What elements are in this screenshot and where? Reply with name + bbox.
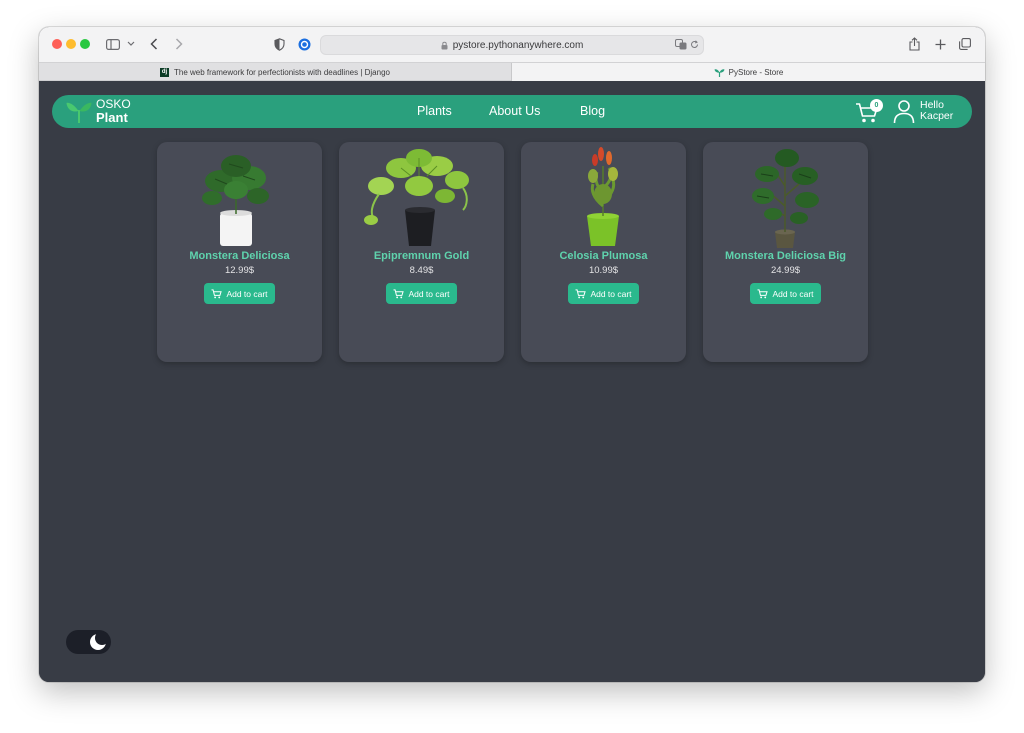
dark-mode-toggle[interactable] (66, 630, 111, 654)
cart-count-badge: 0 (870, 99, 883, 112)
add-to-cart-button[interactable]: Add to cart (204, 283, 275, 304)
add-to-cart-button[interactable]: Add to cart (386, 283, 457, 304)
epipremnum-plant-image (364, 149, 469, 246)
nav-link-blog[interactable]: Blog (580, 104, 605, 118)
product-price: 12.99$ (224, 265, 255, 276)
back-icon[interactable] (148, 35, 160, 53)
add-to-cart-label: Add to cart (590, 288, 632, 299)
browser-toolbar: pystore.pythonanywhere.com (39, 27, 985, 62)
chevron-down-icon[interactable] (126, 35, 136, 53)
product-price: 10.99$ (588, 265, 619, 276)
minimize-window-button[interactable] (66, 39, 76, 49)
logo-line2: Plant (96, 110, 128, 125)
address-bar[interactable]: pystore.pythonanywhere.com (320, 35, 704, 55)
tab-pystore[interactable]: PyStore - Store (512, 63, 985, 81)
user-greeting[interactable]: Hello Kacper (920, 100, 953, 122)
tab-label: PyStore - Store (728, 67, 784, 77)
tab-overview-icon[interactable] (958, 35, 972, 53)
product-name[interactable]: Epipremnum Gold (339, 250, 504, 262)
product-card: Epipremnum Gold 8.49$ Add to cart (339, 142, 504, 362)
add-to-cart-label: Add to cart (226, 288, 268, 299)
product-name[interactable]: Monstera Deliciosa (157, 250, 322, 262)
product-card: Monstera Deliciosa Big 24.99$ Add to car… (703, 142, 868, 362)
cart-icon (757, 288, 769, 298)
cart-icon (575, 288, 587, 298)
sprout-logo-icon (66, 98, 92, 124)
celosia-plant-image (587, 147, 619, 246)
add-to-cart-button[interactable]: Add to cart (568, 283, 639, 304)
monstera-plant-image (202, 155, 269, 246)
tab-label: The web framework for perfectionists wit… (174, 67, 390, 77)
greeting-user-name: Kacper (920, 110, 954, 122)
django-favicon-icon: dj (160, 67, 170, 77)
sprout-icon (714, 68, 725, 77)
cart-icon (393, 288, 405, 298)
product-card: Monstera Deliciosa 12.99$ Add to cart (157, 142, 322, 362)
product-name[interactable]: Monstera Deliciosa Big (703, 250, 868, 262)
product-price: 8.49$ (409, 265, 434, 276)
nav-link-plants[interactable]: Plants (417, 104, 452, 118)
lock-icon (441, 41, 448, 50)
moon-icon (90, 632, 108, 650)
extension-icon[interactable] (297, 35, 311, 53)
add-to-cart-label: Add to cart (408, 288, 450, 299)
sidebar-toggle-icon[interactable] (105, 35, 121, 53)
browser-window: pystore.pythonanywhere.com dj The web fr… (39, 27, 985, 682)
user-icon[interactable] (893, 99, 915, 129)
translate-icon[interactable] (675, 39, 687, 50)
logo-text: OSKO Plant (96, 98, 131, 125)
zoom-window-button[interactable] (80, 39, 90, 49)
add-to-cart-button[interactable]: Add to cart (750, 283, 821, 304)
product-price: 24.99$ (770, 265, 801, 276)
tab-bar: dj The web framework for perfectionists … (39, 62, 985, 81)
close-window-button[interactable] (52, 39, 62, 49)
share-icon[interactable] (907, 35, 921, 53)
site-navbar: OSKO Plant Plants About Us Blog 0 Hello … (52, 95, 972, 128)
tab-django[interactable]: dj The web framework for perfectionists … (39, 63, 511, 81)
forward-icon[interactable] (173, 35, 185, 53)
privacy-shield-icon[interactable] (272, 35, 286, 53)
reload-icon[interactable] (690, 40, 699, 49)
site-logo[interactable]: OSKO Plant (66, 98, 131, 124)
page-content: OSKO Plant Plants About Us Blog 0 Hello … (39, 81, 985, 682)
product-card: Celosia Plumosa 10.99$ Add to cart (521, 142, 686, 362)
nav-link-about-us[interactable]: About Us (489, 104, 540, 118)
url-text: pystore.pythonanywhere.com (452, 39, 584, 51)
monstera-big-plant-image (752, 149, 819, 248)
product-name[interactable]: Celosia Plumosa (521, 250, 686, 262)
cart-button[interactable]: 0 (855, 99, 885, 124)
cart-icon (211, 288, 223, 298)
add-to-cart-label: Add to cart (772, 288, 814, 299)
new-tab-icon[interactable] (933, 35, 947, 53)
